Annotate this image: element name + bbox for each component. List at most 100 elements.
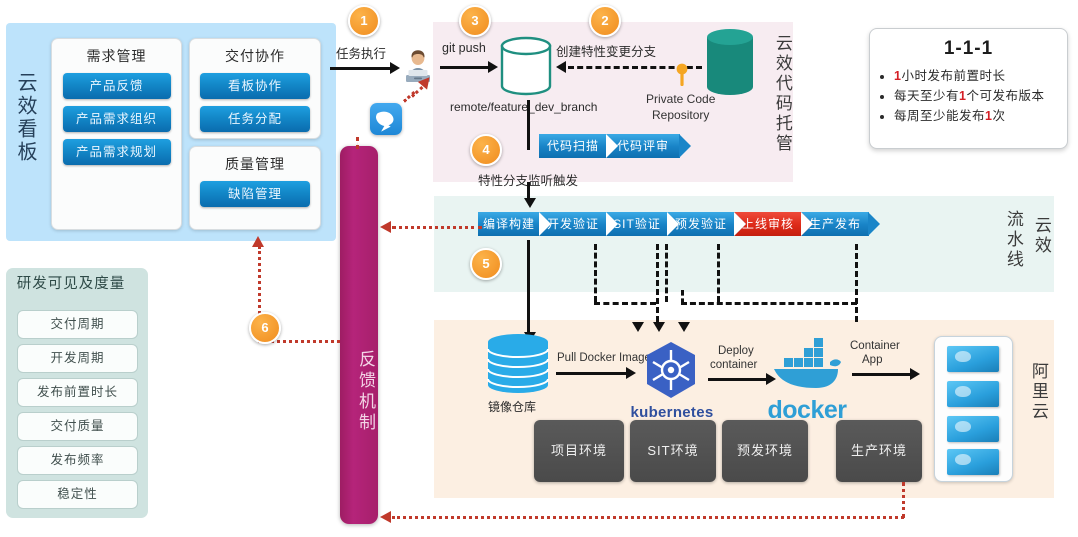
task-exec-label: 任务执行: [336, 47, 387, 61]
pipeline-stage-dev-verify[interactable]: 开发验证: [539, 212, 618, 236]
dashed-line-stage-pre: [717, 244, 720, 302]
container-rack: [934, 336, 1013, 482]
callout-bullet-1: 1小时发布前置时长: [894, 66, 1061, 86]
arrow-head-to-k8s-a: [632, 322, 644, 332]
kanban-button-kanban-collaboration[interactable]: 看板协作: [200, 73, 310, 99]
callout-bullet-3: 每周至少能发布1次: [894, 106, 1061, 126]
container-instance: [947, 416, 999, 442]
red-arrow-pipeline-to-feedback: [380, 221, 391, 233]
card-title: 需求管理: [86, 48, 147, 64]
card-requirement-management[interactable]: 需求管理 产品反馈 产品需求组织 产品需求规划: [51, 38, 182, 230]
dashed-line-stage-dev: [594, 244, 597, 302]
pull-docker-image-label: Pull Docker Image: [557, 352, 651, 364]
red-line-pipeline-to-feedback: [392, 226, 482, 229]
arrow-line-task-to-dev: [330, 67, 392, 70]
red-arrow-feedback-to-quality: [252, 236, 264, 247]
kanban-button-defect-management[interactable]: 缺陷管理: [200, 181, 310, 207]
red-line-deploy-to-feedback: [392, 516, 904, 519]
dashed-line-center-stub: [681, 290, 684, 304]
red-arrow-deploy-to-feedback: [380, 511, 391, 523]
arrow-head-to-k8s-b: [653, 322, 665, 332]
arrow-head-to-k8s-c: [678, 322, 690, 332]
card-title: 质量管理: [225, 156, 285, 172]
metric-item-dev-cycle[interactable]: 开发周期: [17, 344, 138, 373]
pipeline-stage-sit-verify[interactable]: SIT验证: [606, 212, 679, 236]
metric-item-delivery-cycle[interactable]: 交付周期: [17, 310, 138, 339]
callout-bullet-2: 每天至少有1个可发布版本: [894, 86, 1061, 106]
kanban-button-task-assignment[interactable]: 任务分配: [200, 106, 310, 132]
private-repo-label-line2: Repository: [652, 108, 710, 122]
red-line-bar-to-dingtalk: [356, 137, 359, 149]
pipeline-stage-pre-verify[interactable]: 预发验证: [667, 212, 746, 236]
kanban-button-product-feedback[interactable]: 产品反馈: [62, 73, 171, 99]
callout-1-1-1: 1-1-1 1小时发布前置时长 每天至少有1个可发布版本 每周至少能发布1次: [869, 28, 1068, 149]
feature-branch-cylinder-icon: [500, 36, 552, 96]
step-badge-3: 3: [459, 5, 491, 37]
arrow-line-k8s-to-docker: [708, 378, 768, 381]
dashed-join-right: [681, 302, 857, 305]
arrow-head-trigger-to-pipeline: [524, 198, 536, 208]
kanban-vertical-label: 云效看板: [14, 72, 36, 164]
dashed-join-left: [594, 302, 656, 305]
pipeline-stage-production-release[interactable]: 生产发布: [801, 212, 880, 236]
branch-name-label: remote/feature_dev_branch: [450, 100, 598, 114]
card-quality-management[interactable]: 质量管理 缺陷管理: [189, 146, 321, 230]
feedback-mechanism-bar: [340, 146, 378, 524]
metric-item-stability[interactable]: 稳定性: [17, 480, 138, 509]
kubernetes-icon: [647, 342, 695, 398]
deploy-container-label-line2: container: [710, 359, 758, 371]
kanban-button-requirement-organization[interactable]: 产品需求组织: [62, 106, 171, 132]
card-title: 交付协作: [225, 48, 285, 64]
step-badge-2: 2: [589, 5, 621, 37]
kanban-button-requirement-planning[interactable]: 产品需求规划: [62, 139, 171, 165]
private-repo-label-line1: Private Code: [646, 92, 716, 106]
dashed-line-center-down: [656, 244, 659, 322]
docker-whale-icon: [774, 338, 841, 388]
arrow-line-docker-to-rack: [852, 373, 912, 376]
metric-item-release-lead-time[interactable]: 发布前置时长: [17, 378, 138, 407]
code-hosting-vertical-label: 云效代码托管: [772, 34, 792, 154]
step-badge-6: 6: [249, 312, 281, 344]
callout-title: 1-1-1: [943, 38, 994, 59]
arrow-line-registry-to-k8s: [556, 372, 628, 375]
step-badge-1: 1: [348, 5, 380, 37]
arrow-line-gitpush: [440, 66, 492, 69]
arrow-head-repo-to-branch: [556, 61, 566, 73]
diagram-canvas: 云效看板 需求管理 产品反馈 产品需求组织 产品需求规划 交付协作 看板协作 任…: [0, 0, 1078, 537]
pipeline-vertical-label: 流水线: [1003, 210, 1023, 270]
container-app-label-line2: App: [862, 354, 883, 366]
metrics-title: 研发可见及度量: [16, 276, 126, 292]
step-badge-4: 4: [470, 134, 502, 166]
pipeline-stage-row: 编译构建 开发验证 SIT验证 预发验证 上线审核 生产发布: [478, 212, 880, 236]
chevron-code-scan[interactable]: 代码扫描: [539, 134, 618, 158]
pipeline-stage-online-approval[interactable]: 上线审核: [734, 212, 813, 236]
pipeline-vendor-vertical-label: 云效: [1031, 216, 1051, 256]
arrow-head-registry-to-k8s: [626, 367, 636, 379]
dashed-line-stage-sit: [665, 244, 668, 302]
container-app-label-line1: Container: [850, 340, 900, 352]
arrow-head-docker-to-rack: [910, 368, 920, 380]
env-box-project[interactable]: 项目环境: [534, 420, 624, 482]
dashed-line-stage-prod: [855, 244, 858, 322]
callout-bullet-list: 1小时发布前置时长 每天至少有1个可发布版本 每周至少能发布1次: [870, 66, 1067, 126]
pipeline-stage-build[interactable]: 编译构建: [478, 212, 551, 236]
container-instance: [947, 346, 999, 372]
red-line-deploy-down: [902, 482, 905, 518]
metric-item-release-frequency[interactable]: 发布频率: [17, 446, 138, 475]
feedback-mechanism-label: 反馈机制: [356, 350, 375, 434]
line-branch-to-trigger: [527, 100, 530, 150]
kubernetes-label: kubernetes: [630, 404, 714, 421]
image-registry-icon: [487, 334, 549, 393]
step-badge-5: 5: [470, 248, 502, 280]
location-pin-icon: [676, 63, 688, 86]
env-box-sit[interactable]: SIT环境: [630, 420, 716, 482]
env-box-pre-release[interactable]: 预发环境: [722, 420, 808, 482]
card-delivery-collaboration[interactable]: 交付协作 看板协作 任务分配: [189, 38, 321, 139]
image-registry-label: 镜像仓库: [488, 400, 537, 414]
chevron-code-review[interactable]: 代码评审: [606, 134, 691, 158]
metric-item-delivery-quality[interactable]: 交付质量: [17, 412, 138, 441]
line-pipeline-to-registry: [527, 240, 530, 336]
arrow-head-gitpush: [488, 61, 498, 73]
env-box-production[interactable]: 生产环境: [836, 420, 922, 482]
container-instance: [947, 381, 999, 407]
